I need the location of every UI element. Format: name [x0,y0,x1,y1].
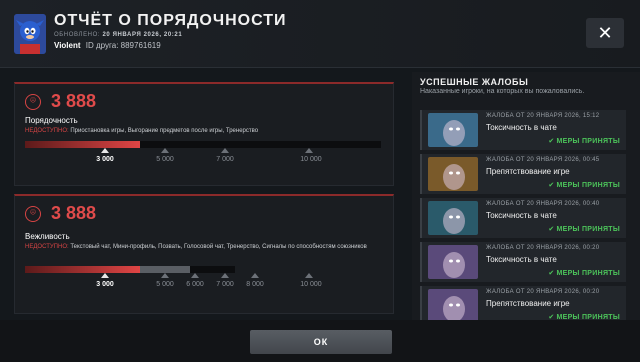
tick-marker [161,148,169,153]
report-reason: Токсичность в чате [486,211,557,220]
friend-id: ID друга: 889761619 [85,41,161,50]
unavailable-list: Текстовый чат, Мини-профиль, Позвать, Го… [68,244,367,250]
report-reason: Токсичность в чате [486,255,557,264]
checkmark-icon: ✔ [548,226,555,233]
conduct-progress-fill [25,141,140,148]
report-status: ✔ МЕРЫ ПРИНЯТЫ [548,225,620,233]
player-avatar-icon [14,14,46,54]
politeness-card: ☹ 3 888 Вежливость НЕДОСТУПНО: Текстовый… [14,194,394,314]
close-icon: ✕ [597,23,613,43]
report-item[interactable]: ЖАЛОБА ОТ 20 ЯНВАРЯ 2026, 00:20 Токсичнос… [420,242,626,282]
close-button[interactable]: ✕ [586,18,624,48]
tick-marker [161,273,169,278]
page-title: ОТЧЁТ О ПОРЯДОЧНОСТИ [54,12,287,29]
tick-marker [101,273,109,278]
unavailable-prefix: НЕДОСТУПНО: [25,244,69,250]
report-status: ✔ МЕРЫ ПРИНЯТЫ [548,181,620,189]
report-status-label: МЕРЫ ПРИНЯТЫ [556,182,620,189]
hero-portrait-icon [428,201,478,235]
conduct-progress-bar [25,141,381,148]
politeness-progress-extra [140,266,190,273]
avatar [14,14,46,54]
report-date: ЖАЛОБА ОТ 20 ЯНВАРЯ 2026, 00:20 [486,245,600,251]
report-status: ✔ МЕРЫ ПРИНЯТЫ [548,137,620,145]
updated-label: ОБНОВЛЕНО: [54,32,101,38]
report-status: ✔ МЕРЫ ПРИНЯТЫ [548,269,620,277]
hero-portrait-icon [428,245,478,279]
report-date: ЖАЛОБА ОТ 20 ЯНВАРЯ 2026, 00:20 [486,289,600,295]
reports-subtitle: Наказанные игроки, на которых вы пожалов… [420,88,585,95]
report-date: ЖАЛОБА ОТ 20 ЯНВАРЯ 2026, 00:40 [486,201,600,207]
updated-timestamp: ОБНОВЛЕНО: 20 ЯНВАРЯ 2026, 20:21 [54,32,182,38]
politeness-progress-fill [25,266,140,273]
report-status-label: МЕРЫ ПРИНЯТЫ [556,226,620,233]
conduct-score-value: 3 888 [51,91,97,111]
hero-portrait [428,113,478,147]
checkmark-icon: ✔ [548,138,555,145]
username: Violent [54,41,81,50]
hero-portrait-icon [428,157,478,191]
report-item[interactable]: ЖАЛОБА ОТ 20 ЯНВАРЯ 2026, 00:20 Препятств… [420,286,626,320]
report-date: ЖАЛОБА ОТ 20 ЯНВАРЯ 2026, 15:12 [486,113,600,119]
tick-marker [251,273,259,278]
hero-portrait [428,201,478,235]
politeness-score-value: 3 888 [51,203,97,223]
conduct-shield-icon: ☹ [25,206,41,222]
report-item[interactable]: ЖАЛОБА ОТ 20 ЯНВАРЯ 2026, 15:12 Токсичнос… [420,110,626,150]
hero-portrait [428,245,478,279]
conduct-scores-area: ☹ 3 888 Порядочность НЕДОСТУПНО: Приоста… [0,72,408,320]
report-status-label: МЕРЫ ПРИНЯТЫ [556,138,620,145]
tick-marker [101,148,109,153]
tick-label: 7 000 [216,156,234,163]
report-date: ЖАЛОБА ОТ 20 ЯНВАРЯ 2026, 00:45 [486,157,600,163]
user-line: Violent ID друга: 889761619 [54,41,161,50]
report-item[interactable]: ЖАЛОБА ОТ 20 ЯНВАРЯ 2026, 00:40 Токсичнос… [420,198,626,238]
updated-value: 20 ЯНВАРЯ 2026, 20:21 [102,32,183,38]
tick-label: 8 000 [246,281,264,288]
conduct-score-label: Порядочность [25,116,78,125]
successful-reports-panel[interactable]: УСПЕШНЫЕ ЖАЛОБЫ Наказанные игроки, на ко… [412,72,640,320]
tick-marker [191,273,199,278]
conduct-shield-icon: ☹ [25,94,41,110]
unavailable-list: Приостановка игры, Выгорание предметов п… [68,128,259,134]
tick-label: 5 000 [156,156,174,163]
report-item[interactable]: ЖАЛОБА ОТ 20 ЯНВАРЯ 2026, 00:45 Препятств… [420,154,626,194]
tick-marker [305,148,313,153]
report-status-label: МЕРЫ ПРИНЯТЫ [556,270,620,277]
reports-title: УСПЕШНЫЕ ЖАЛОБЫ [420,77,529,87]
hero-portrait [428,157,478,191]
hero-portrait [428,289,478,320]
unavailable-features: НЕДОСТУПНО: Текстовый чат, Мини-профиль,… [25,243,385,252]
report-reason: Препятствование игре [486,299,570,308]
tick-label: 3 000 [96,281,114,288]
report-header: ОТЧЁТ О ПОРЯДОЧНОСТИ ОБНОВЛЕНО: 20 ЯНВАР… [0,0,640,68]
tick-marker [221,148,229,153]
unavailable-prefix: НЕДОСТУПНО: [25,128,69,134]
checkmark-icon: ✔ [548,270,555,277]
tick-label: 10 000 [300,281,322,288]
politeness-progress-bar [25,266,235,273]
checkmark-icon: ✔ [548,182,555,189]
tick-marker [305,273,313,278]
politeness-score-label: Вежливость [25,232,70,241]
conduct-card: ☹ 3 888 Порядочность НЕДОСТУПНО: Приоста… [14,82,394,186]
report-reason: Токсичность в чате [486,123,557,132]
tick-label: 3 000 [96,156,114,163]
tick-marker [221,273,229,278]
hero-portrait-icon [428,289,478,320]
ok-button[interactable]: ОК [250,330,392,354]
report-status: ✔ МЕРЫ ПРИНЯТЫ [548,313,620,320]
tick-label: 10 000 [300,156,322,163]
hero-portrait-icon [428,113,478,147]
unavailable-features: НЕДОСТУПНО: Приостановка игры, Выгорание… [25,127,385,136]
report-reason: Препятствование игре [486,167,570,176]
